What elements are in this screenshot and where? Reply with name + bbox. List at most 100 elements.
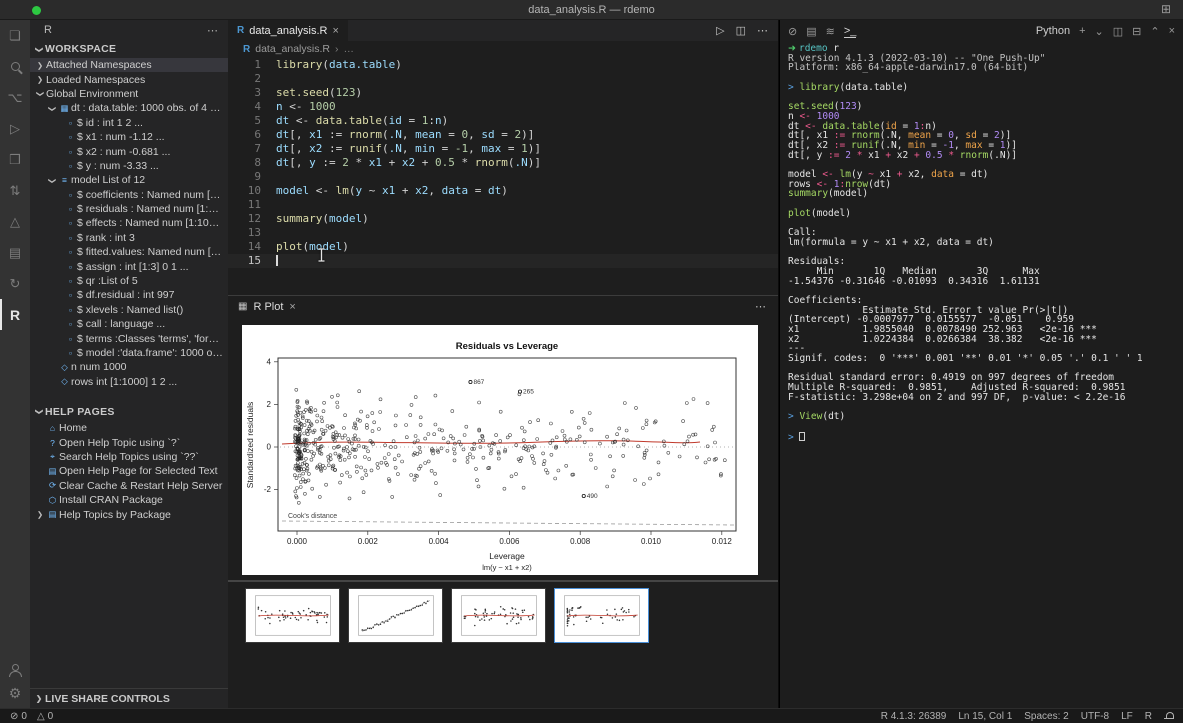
status-indentation[interactable]: Spaces: 2	[1024, 711, 1068, 722]
maximize-panel-icon[interactable]: ⌃	[1150, 25, 1159, 38]
code-line[interactable]: 9	[228, 170, 778, 184]
tree-item[interactable]: ▫$ fitted.values: Named num [1:1000...	[30, 245, 228, 259]
tree-item[interactable]: ❯▦dt : data.table: 1000 obs. of 4 variab…	[30, 101, 228, 115]
kill-terminal-icon[interactable]: ⊟	[1132, 25, 1141, 38]
tree-item[interactable]: ▫$ model :'data.frame': 1000 obs. of...	[30, 346, 228, 360]
split-terminal-icon[interactable]: ◫	[1113, 25, 1123, 38]
terminal-profile-chevron-icon[interactable]: ⌄	[1095, 25, 1104, 38]
status-r-session[interactable]: R 4.1.3: 26389	[881, 711, 947, 722]
remote-explorer-icon[interactable]: ⇅	[0, 175, 30, 206]
live-share-section-header[interactable]: ❯ LIVE SHARE CONTROLS	[30, 688, 228, 708]
panel-resize-sash[interactable]	[228, 580, 778, 582]
plot-thumbnail-normal-qq[interactable]	[348, 588, 443, 643]
tree-item[interactable]: ▫$ x2 : num -0.681 ...	[30, 144, 228, 158]
tree-item[interactable]: ▫$ coefficients : Named num [1:3] -0...	[30, 188, 228, 202]
tree-item[interactable]: ▫$ xlevels : Named list()	[30, 303, 228, 317]
explorer-icon[interactable]: ❏	[0, 20, 30, 51]
r-icon[interactable]: R	[0, 299, 30, 330]
tree-item[interactable]: ▫$ y : num -3.33 ...	[30, 159, 228, 173]
debug-console-icon[interactable]: ≋	[826, 25, 835, 38]
window-control-green[interactable]	[32, 6, 41, 15]
panel-more-actions-icon[interactable]: ⋯	[755, 300, 778, 313]
sidebar-more-actions-icon[interactable]: ⋯	[207, 24, 218, 37]
tree-item[interactable]: ▫$ residuals : Named num [1:1000] -1...	[30, 202, 228, 216]
code-line[interactable]: 3set.seed(123)	[228, 86, 778, 100]
tree-item[interactable]: ?Open Help Topic using `?`	[30, 435, 228, 449]
plot-thumbnail-scale-location[interactable]	[451, 588, 546, 643]
tree-item[interactable]: ⌂Home	[30, 421, 228, 435]
search-icon[interactable]	[0, 51, 30, 82]
plot-thumbnail-residuals-vs-leverage[interactable]	[554, 588, 649, 643]
code-line[interactable]: 12summary(model)	[228, 212, 778, 226]
code-line[interactable]: 7dt[, x2 := runif(.N, min = -1, max = 1)…	[228, 142, 778, 156]
live-share-icon[interactable]: ↻	[0, 268, 30, 299]
tree-item[interactable]: ▫$ assign : int [1:3] 0 1 ...	[30, 259, 228, 273]
code-line[interactable]: 8dt[, y := 2 * x1 + x2 + 0.5 * rnorm(.N)…	[228, 156, 778, 170]
run-source-icon[interactable]: ▷	[716, 24, 724, 37]
tree-item[interactable]: ▫$ df.residual : int 997	[30, 288, 228, 302]
code-line[interactable]: 13	[228, 226, 778, 240]
customize-layout-icon[interactable]: ⊞	[1161, 2, 1171, 16]
tree-item[interactable]: ❯≡model List of 12	[30, 173, 228, 187]
tree-item[interactable]: ▫$ call : language ...	[30, 317, 228, 331]
workspace-section-header[interactable]: ❯ WORKSPACE	[30, 40, 228, 58]
problems-icon[interactable]: ⊘	[788, 25, 797, 38]
run-debug-icon[interactable]: ▷	[0, 113, 30, 144]
code-line[interactable]: 14plot(model)	[228, 240, 778, 254]
code-line[interactable]: 5dt <- data.table(id = 1:n)	[228, 114, 778, 128]
status-language-mode[interactable]: R	[1145, 711, 1152, 722]
tree-item[interactable]: ▫$ qr :List of 5	[30, 274, 228, 288]
split-editor-icon[interactable]: ◫	[736, 24, 746, 37]
output-icon[interactable]: ▤	[806, 25, 816, 38]
accounts-icon[interactable]	[8, 664, 22, 677]
terminal-icon[interactable]: >_	[844, 25, 857, 38]
notifications-bell-icon[interactable]	[1164, 712, 1173, 721]
status-errors[interactable]: ⊘0	[10, 711, 27, 722]
code-line[interactable]: 10model <- lm(y ~ x1 + x2, data = dt)	[228, 184, 778, 198]
tree-item[interactable]: ❯▤Help Topics by Package	[30, 507, 228, 521]
new-terminal-icon[interactable]: +	[1079, 25, 1085, 38]
tree-item[interactable]: ◇rows int [1:1000] 1 2 ...	[30, 375, 228, 389]
status-encoding[interactable]: UTF-8	[1081, 711, 1109, 722]
tree-item[interactable]: ▫$ effects : Named num [1:1000] -1...	[30, 216, 228, 230]
tree-item[interactable]: ◇n num 1000	[30, 360, 228, 374]
terminal-profile-label[interactable]: Python	[1036, 25, 1070, 37]
code-line[interactable]: 1library(data.table)	[228, 58, 778, 72]
code-line[interactable]: 6dt[, x1 := rnorm(.N, mean = 0, sd = 2)]	[228, 128, 778, 142]
close-tab-icon[interactable]: ×	[333, 25, 339, 37]
settings-gear-icon[interactable]: ⚙	[9, 685, 22, 702]
tree-item[interactable]: ▫$ x1 : num -1.12 ...	[30, 130, 228, 144]
terminal-output[interactable]: ➜ rdemo rR version 4.1.3 (2022-03-10) --…	[780, 42, 1183, 441]
r-plot-tab[interactable]: R Plot	[253, 301, 283, 313]
close-plot-panel-icon[interactable]: ×	[289, 301, 295, 313]
plot-thumbnail-residuals-vs-fitted[interactable]	[245, 588, 340, 643]
code-line[interactable]: 2	[228, 72, 778, 86]
testing-icon[interactable]: △	[0, 206, 30, 237]
tab-data-analysis[interactable]: R data_analysis.R ×	[228, 20, 348, 41]
source-control-icon[interactable]: ⌥	[0, 82, 30, 113]
more-actions-icon[interactable]: ⋯	[757, 24, 768, 37]
tree-item[interactable]: ⬡Install CRAN Package	[30, 493, 228, 507]
help-section-header[interactable]: ❯ HELP PAGES	[30, 403, 228, 421]
status-warnings[interactable]: △0	[37, 711, 53, 722]
tree-item[interactable]: ⟳Clear Cache & Restart Help Server	[30, 479, 228, 493]
code-editor[interactable]: 1library(data.table)23set.seed(123)4n <-…	[228, 58, 778, 268]
tree-item[interactable]: ▫$ rank : int 3	[30, 231, 228, 245]
tree-item[interactable]: ▫$ terms :Classes 'terms', 'formula' l..…	[30, 331, 228, 345]
tree-item[interactable]: ❯Global Environment	[30, 87, 228, 101]
tree-item[interactable]: ▤Open Help Page for Selected Text	[30, 464, 228, 478]
close-panel-icon[interactable]: ×	[1169, 25, 1175, 38]
tree-item[interactable]: ❯Loaded Namespaces	[30, 72, 228, 86]
breadcrumb[interactable]: R data_analysis.R › …	[228, 41, 778, 57]
code-line[interactable]: 11	[228, 198, 778, 212]
code-line[interactable]: 4n <- 1000	[228, 100, 778, 114]
status-cursor-position[interactable]: Ln 15, Col 1	[958, 711, 1012, 722]
code-line[interactable]: 15	[228, 254, 778, 268]
tree-item[interactable]: ▫$ id : int 1 2 ...	[30, 116, 228, 130]
extensions-icon[interactable]: ❒	[0, 144, 30, 175]
status-eol[interactable]: LF	[1121, 711, 1133, 722]
tree-item[interactable]: ⌖Search Help Topics using `??`	[30, 450, 228, 464]
breadcrumb-symbol-ellipsis[interactable]: …	[343, 43, 354, 55]
tree-item[interactable]: ❯Attached Namespaces	[30, 58, 228, 72]
notebooks-icon[interactable]: ▤	[0, 237, 30, 268]
